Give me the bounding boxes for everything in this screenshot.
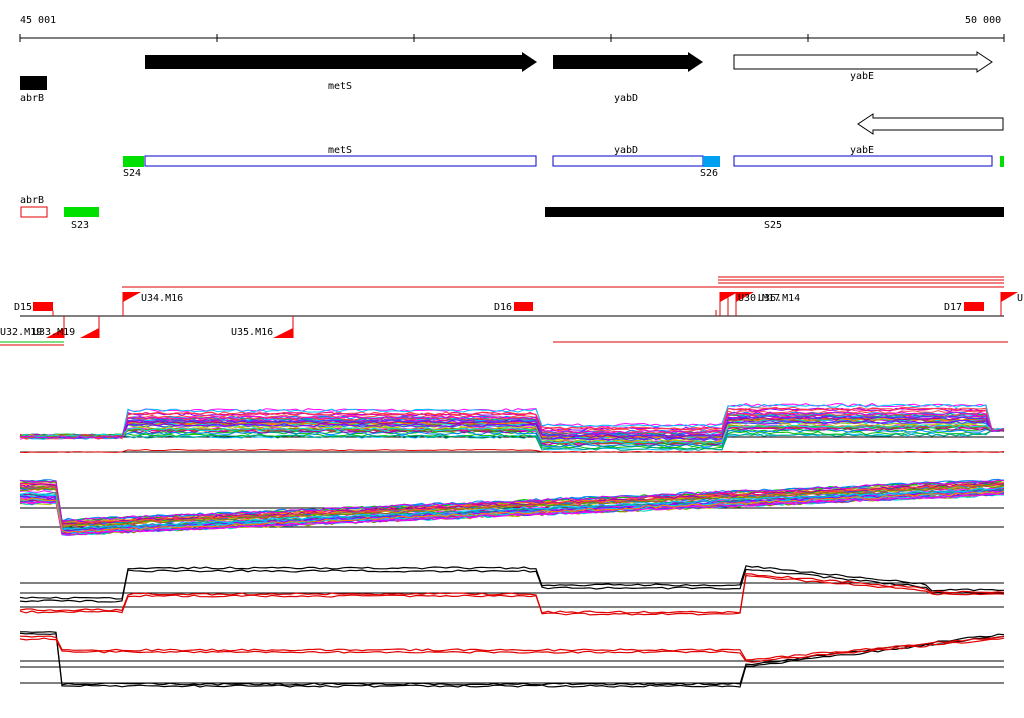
gene-label-yabD: yabD [614,93,638,104]
segment-edge-marker[interactable] [1000,156,1004,167]
abrB-outline[interactable] [20,206,48,218]
segment-track: S24 metS yabD S26 yabE abrB S23 S25 [20,145,1004,231]
promoter-label-D15: D15 [14,302,32,313]
segment-S26[interactable] [703,156,720,167]
promoter-U34-flag[interactable] [123,292,141,302]
gene-abrB[interactable] [20,76,47,90]
segment-S23[interactable] [64,207,99,217]
model-metS[interactable] [144,155,537,167]
promoter-label-D17: D17 [944,302,962,313]
gene-yabD-arrow[interactable] [553,52,703,72]
reverse-gene-arrow[interactable] [857,113,1004,135]
model-label-yabD: yabD [614,145,638,156]
segment-S24[interactable] [123,156,144,167]
promoter-label-D16: D16 [494,302,512,313]
model-yabD[interactable] [552,155,704,167]
gene-yabE-arrow[interactable] [733,51,993,73]
promoter-U33-flag[interactable] [80,328,99,338]
ruler-start-label: 45 001 [20,15,56,26]
gene-label-abrB: abrB [20,93,44,104]
segment-label-S23: S23 [71,220,89,231]
promoter-U35-flag[interactable] [273,328,293,338]
abrB-outline-label: abrB [20,195,44,206]
model-label-yabE: yabE [850,145,874,156]
gene-label-metS: metS [328,81,352,92]
model-label-metS: metS [328,145,352,156]
expression-panel-3 [19,565,1005,616]
model-yabE[interactable] [733,155,993,167]
segment-label-S24: S24 [123,168,141,179]
gene-track: abrB metS yabD yabE [20,51,1004,135]
ruler-end-label: 50 000 [965,15,1001,26]
terminator-D15[interactable] [33,302,53,311]
promoter-label-U: U [1017,293,1023,304]
gene-metS-arrow[interactable] [145,52,537,72]
promoter-label-U30: U30.M17 [738,293,780,304]
promoter-label-U33: U33.M19 [33,327,75,338]
promoter-U-flag[interactable] [1001,292,1018,302]
segment-S25[interactable] [545,207,1004,217]
promoter-label-U34: U34.M16 [141,293,183,304]
panel4-red-trace [19,635,1005,661]
panel4-black-trace [19,632,1005,688]
panel3-red-trace [19,575,1005,616]
promoter-track: D15 U34.M16 D16 U36.M14 U30.M17 D17 U U3… [0,276,1023,346]
terminator-D17[interactable] [964,302,984,311]
terminator-D16[interactable] [514,302,533,311]
expression-panel-1 [19,403,1005,454]
segment-label-S26: S26 [700,168,718,179]
expression-panel-2 [19,478,1005,537]
promoter-U36-flag[interactable] [720,292,738,302]
genome-browser: 45 001 50 000 abrB metS yabD yabE S24 me… [0,15,1023,688]
segment-label-S25: S25 [764,220,782,231]
promoter-label-U35: U35.M16 [231,327,273,338]
expression-panel-4 [19,631,1005,688]
ruler: 45 001 50 000 [19,15,1005,42]
panel4-black-trace [20,631,1005,686]
gene-label-yabE: yabE [850,71,874,82]
